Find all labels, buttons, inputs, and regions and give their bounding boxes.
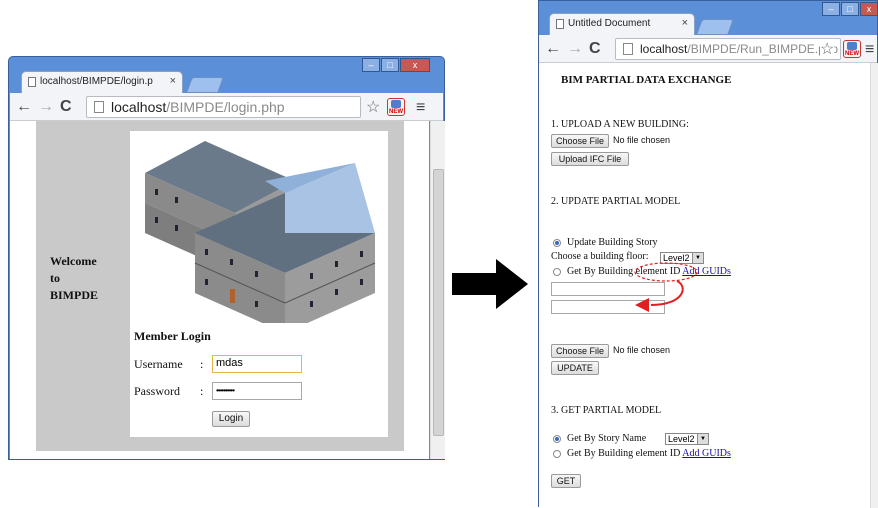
url-path: /BIMPDE/Run_BIMPDE.php — [687, 42, 839, 56]
tab-untitled-document[interactable]: Untitled Document × — [549, 13, 695, 35]
minimize-button[interactable]: – — [822, 2, 840, 16]
url-host: localhost — [111, 99, 167, 115]
radio-get-by-story-label: Get By Story Name — [567, 433, 647, 444]
maximize-button[interactable]: □ — [381, 58, 399, 72]
password-input[interactable]: •••••••••• — [212, 382, 302, 400]
password-label: Password — [134, 384, 181, 398]
bookmark-star-icon[interactable]: ☆ — [366, 97, 380, 117]
section2-title: 2. UPDATE PARTIAL MODEL — [551, 196, 681, 207]
transition-arrow-icon — [452, 259, 528, 309]
close-window-button[interactable]: x — [400, 58, 430, 72]
url-path: /BIMPDE/login.php — [166, 99, 285, 115]
close-tab-icon[interactable]: × — [170, 75, 176, 87]
maximize-button[interactable]: □ — [841, 2, 859, 16]
scrollbar[interactable] — [430, 121, 445, 459]
url-host: localhost — [640, 42, 688, 56]
chevron-down-icon: ▼ — [697, 434, 708, 444]
building-model-image — [145, 141, 376, 323]
radio-get-by-story[interactable] — [553, 435, 561, 443]
back-arrow-icon[interactable]: ← — [16, 98, 32, 116]
tab-title: Untitled Document — [568, 18, 651, 29]
reload-icon[interactable]: C — [60, 98, 72, 116]
radio-get-by-element[interactable] — [553, 450, 561, 458]
bimpde-browser-window: Untitled Document × – □ x ← → C localhos… — [538, 0, 878, 508]
forward-arrow-icon[interactable]: → — [38, 98, 54, 116]
bookmark-star-icon[interactable]: ☆ — [820, 39, 835, 59]
get-button[interactable]: GET — [551, 474, 581, 488]
page-icon — [556, 19, 564, 29]
radio-update-story[interactable] — [553, 239, 561, 247]
page-heading: BIM PARTIAL DATA EXCHANGE — [561, 74, 732, 86]
no-file-chosen-2: No file chosen — [613, 345, 671, 355]
reload-icon[interactable]: C — [589, 40, 601, 58]
scrollbar-thumb[interactable] — [433, 169, 444, 436]
radio-element-prefix: Get By Building — [567, 266, 634, 277]
scrollbar[interactable] — [870, 63, 878, 508]
new-extension-icon[interactable]: NEW — [387, 98, 405, 116]
address-bar[interactable]: localhost/BIMPDE/login.php — [86, 96, 361, 118]
annotation-red-arrow — [635, 280, 684, 312]
page-icon — [623, 43, 633, 55]
page-icon — [28, 77, 36, 87]
add-guids-link-2[interactable]: Add GUIDs — [682, 448, 731, 459]
username-separator: : — [200, 357, 204, 371]
new-tab-button[interactable] — [186, 77, 224, 93]
login-browser-window: localhost/BIMPDE/login.p × – □ x ← → C l… — [8, 56, 445, 460]
radio-update-story-label: Update Building Story — [567, 237, 658, 248]
radio-get-by-element-label: Get By Building element ID Add GUIDs — [567, 448, 731, 459]
browser-toolbar: ← → C localhost/BIMPDE/Run_BIMPDE.php ☆ … — [539, 35, 877, 63]
no-file-chosen-1: No file chosen — [613, 135, 671, 145]
new-extension-icon[interactable]: NEW — [843, 40, 861, 58]
menu-icon[interactable]: ≡ — [865, 41, 874, 59]
close-tab-icon[interactable]: × — [682, 17, 688, 29]
menu-icon[interactable]: ≡ — [416, 99, 425, 117]
page-icon — [94, 101, 104, 113]
radio-get-by-element-text: Get By Building element ID — [567, 448, 681, 459]
welcome-line: to — [50, 271, 60, 285]
username-input[interactable]: mdas — [212, 355, 302, 373]
welcome-line: Welcome — [50, 254, 97, 268]
minimize-button[interactable]: – — [362, 58, 380, 72]
welcome-text: Welcome to BIMPDE — [50, 253, 98, 304]
tab-login[interactable]: localhost/BIMPDE/login.p × — [21, 71, 183, 93]
story-select[interactable]: Level2 ▼ — [665, 433, 709, 445]
section1-title: 1. UPLOAD A NEW BUILDING: — [551, 119, 689, 130]
section3-title: 3. GET PARTIAL MODEL — [551, 405, 662, 416]
address-bar[interactable]: localhost/BIMPDE/Run_BIMPDE.php — [615, 38, 841, 60]
forward-arrow-icon[interactable]: → — [567, 40, 583, 58]
browser-toolbar: ← → C localhost/BIMPDE/login.php ☆ NEW ≡ — [10, 93, 443, 121]
new-tab-button[interactable] — [696, 19, 734, 35]
bimpde-page-viewport: BIM PARTIAL DATA EXCHANGE 1. UPLOAD A NE… — [539, 63, 878, 508]
choose-file-button-2[interactable]: Choose File — [551, 344, 609, 358]
tab-title: localhost/BIMPDE/login.p — [40, 76, 153, 87]
radio-element-id[interactable] — [553, 268, 561, 276]
login-box: Member Login Username : mdas Password : … — [130, 131, 388, 437]
member-login-heading: Member Login — [134, 329, 211, 343]
password-separator: : — [200, 384, 204, 398]
login-button[interactable]: Login — [212, 411, 250, 427]
username-label: Username — [134, 357, 183, 371]
welcome-line: BIMPDE — [50, 288, 98, 302]
update-button[interactable]: UPDATE — [551, 361, 599, 375]
close-window-button[interactable]: x — [860, 2, 878, 16]
upload-ifc-button[interactable]: Upload IFC File — [551, 152, 629, 166]
story-select-value: Level2 — [668, 434, 695, 444]
back-arrow-icon[interactable]: ← — [545, 40, 561, 58]
login-page-viewport: Welcome to BIMPDE Member Login Username … — [10, 121, 445, 459]
choose-file-button-1[interactable]: Choose File — [551, 134, 609, 148]
